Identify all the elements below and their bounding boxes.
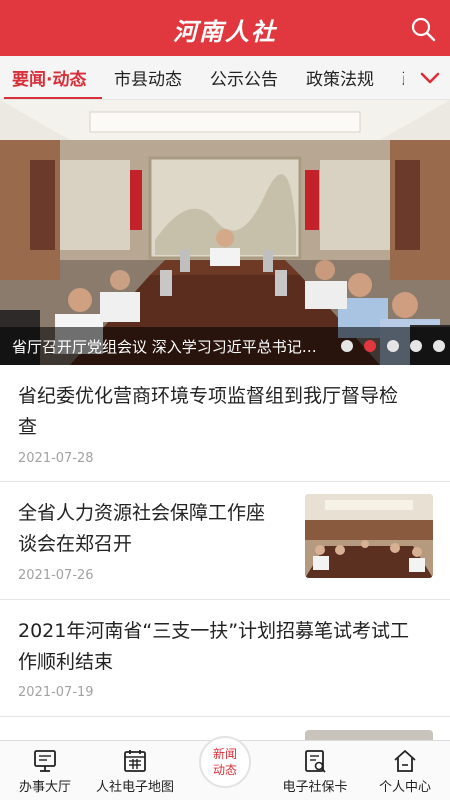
nav-e-map[interactable]: 人社电子地图 [88,741,182,800]
news-thumbnail [305,494,433,578]
news-title: 省纪委优化营商环境专项监督组到我厅督导检 查 [18,385,399,438]
tab-announcements[interactable]: 公示公告 [210,65,278,90]
carousel-dot[interactable] [387,340,399,352]
banner-caption: 省厅召开厅党组会议 深入学习习近平总书记… [12,338,317,356]
news-item[interactable]: 省纪委优化营商环境专项监督组到我厅督导检 查 2021-07-28 [0,365,450,482]
home-icon [394,750,416,772]
nav-service-hall[interactable]: 办事大厅 [0,741,90,800]
news-date: 2021-07-19 [18,685,94,700]
banner-caption-bar: 省厅召开厅党组会议 深入学习习近平总书记… [0,327,450,365]
carousel-dot[interactable] [410,340,422,352]
news-date: 2021-07-28 [18,451,94,466]
center-label-line2: 动态 [212,763,237,777]
carousel-dot[interactable] [433,340,445,352]
news-title: 2021年河南省“三支一扶”计划招募笔试考试工 作顺利结束 [18,620,410,673]
app-title: 河南人社 [173,17,277,46]
tab-policies[interactable]: 政策法规 [306,65,374,90]
tab-city-county[interactable]: 市县动态 [114,65,182,90]
news-thumbnail-partial [305,730,433,740]
news-item[interactable]: 全省人力资源社会保障工作座 谈会在郑召开 2021-07-26 [0,482,450,600]
monitor-icon [34,750,56,772]
banner-carousel[interactable]: 省厅召开厅党组会议 深入学习习近平总书记… [0,100,450,365]
category-tabs: 要闻·动态 市县动态 公示公告 政策法规 政 [0,56,450,100]
carousel-dot-active[interactable] [364,340,376,352]
news-item[interactable]: 2021年河南省“三支一扶”计划招募笔试考试工 作顺利结束 2021-07-19 [0,600,450,717]
tab-news-updates[interactable]: 要闻·动态 [12,65,86,90]
map-icon [124,750,146,772]
news-date: 2021-07-26 [18,568,94,583]
banner-photo [0,100,450,365]
card-icon [305,750,326,773]
nav-e-social-card[interactable]: 电子社保卡 [270,741,360,800]
app-header: 河南人社 [0,0,450,56]
carousel-dot[interactable] [341,340,353,352]
nav-personal-center[interactable]: 个人中心 [360,741,450,800]
center-label-line1: 新闻 [212,747,237,761]
nav-news-center-button[interactable]: 新闻 动态 [199,736,251,788]
chevron-down-icon[interactable] [418,66,442,90]
search-icon[interactable] [410,16,436,42]
news-title: 全省人力资源社会保障工作座 谈会在郑召开 [18,502,266,555]
